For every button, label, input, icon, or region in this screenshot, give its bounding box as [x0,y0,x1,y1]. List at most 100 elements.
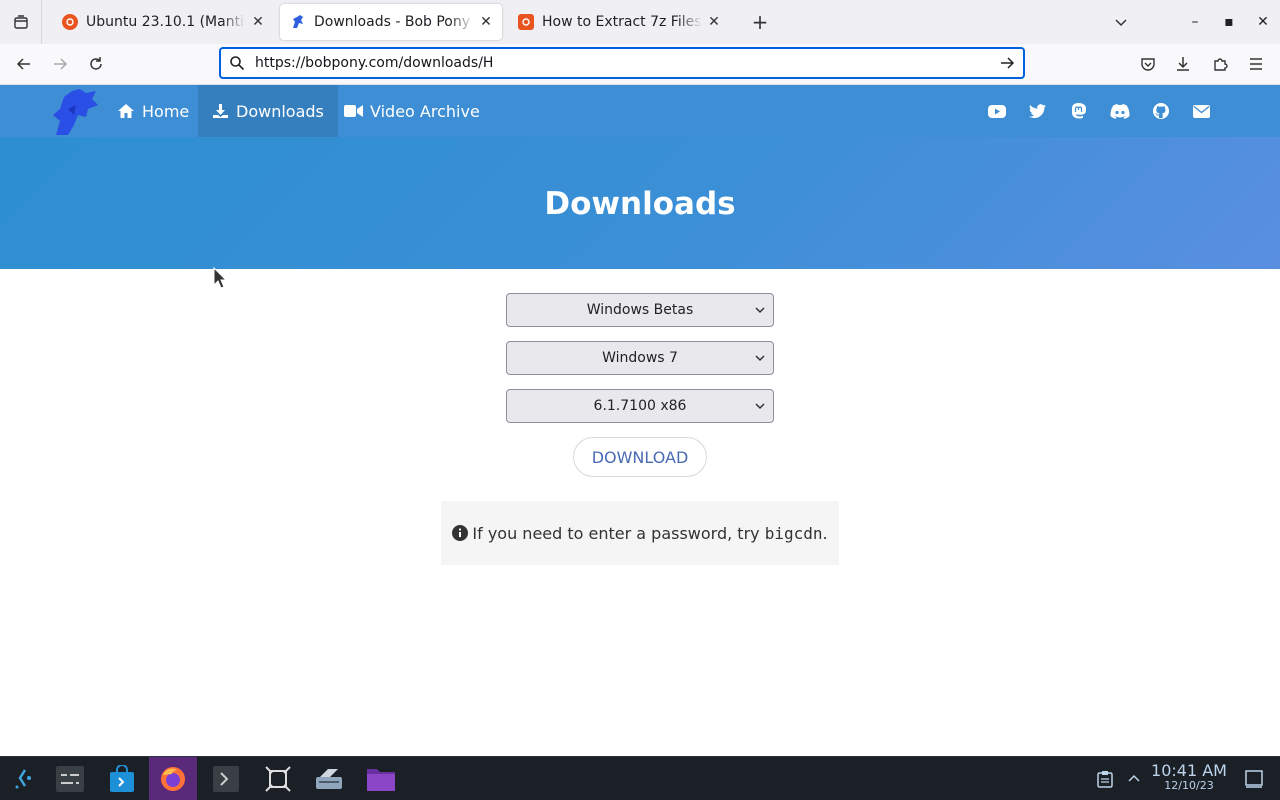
tab-list-icon [13,15,28,29]
taskbar-app-files[interactable] [357,757,405,800]
menu-button[interactable] [1240,48,1272,80]
reload-icon [90,57,102,70]
minimize-button[interactable]: – [1178,0,1212,44]
forward-arrow-icon [54,58,68,70]
tab-7z-guide[interactable]: How to Extract 7z Files in Ubuntu ✕ [508,4,730,40]
tab-title: Downloads - Bob Pony [314,14,471,30]
clock-date: 12/10/23 [1164,779,1214,792]
download-icon [213,104,228,118]
taskbar-app-screenshot[interactable] [254,757,302,800]
folder-icon [367,769,395,791]
pocket-icon [1141,58,1155,71]
video-camera-icon [344,105,363,117]
page-title: Downloads [544,186,736,222]
bobpony-favicon-icon [290,14,306,30]
password-note-suffix: . [822,523,828,543]
site-navbar: Home Downloads Video Archive [0,85,1280,137]
hamburger-icon [1250,58,1262,70]
chevron-down-icon [755,307,765,314]
terminal-icon [213,766,239,792]
chevron-up-icon[interactable] [1124,757,1144,800]
new-tab-button[interactable]: + [744,6,776,38]
app-launcher-button[interactable] [0,757,48,800]
tab-ubuntu[interactable]: Ubuntu 23.10.1 (Mantic Minotaur) ✕ [52,4,274,40]
navigation-toolbar [0,44,1280,85]
product-select[interactable]: Windows 7 [506,341,774,375]
taskbar: 10:41 AM 12/10/23 [0,756,1280,800]
bobpony-logo-icon[interactable] [50,87,102,137]
taskbar-app-store[interactable] [98,757,146,800]
list-all-tabs-button[interactable] [0,0,42,44]
scanner-icon [316,769,342,789]
ubuntu-favicon-icon [62,14,78,30]
mouse-cursor-icon [213,267,227,289]
back-arrow-icon [16,58,30,70]
address-bar[interactable] [219,47,1025,79]
taskbar-app-scanner[interactable] [305,757,353,800]
window-controls: – ▪ ✕ [1104,0,1280,44]
taskbar-app-firefox[interactable] [149,757,197,800]
youtube-icon[interactable] [976,104,1017,118]
system-clock[interactable]: 10:41 AM 12/10/23 [1146,761,1232,792]
search-icon [230,56,245,71]
extensions-button[interactable] [1204,48,1236,80]
chevron-down-icon [755,355,765,362]
firefox-icon [161,767,185,791]
nav-home-label: Home [142,101,190,121]
forward-button[interactable] [44,48,76,80]
back-button[interactable] [8,48,40,80]
downloads-button[interactable] [1167,48,1199,80]
build-select[interactable]: 6.1.7100 x86 [506,389,774,423]
download-button-label: DOWNLOAD [591,447,689,467]
taskbar-app-settings[interactable] [46,757,94,800]
twitter-icon[interactable] [1017,104,1058,118]
show-desktop-icon[interactable] [1242,757,1266,800]
tab-close-icon[interactable]: ✕ [250,14,266,30]
maximize-button[interactable]: ▪ [1212,0,1246,44]
tab-title: Ubuntu 23.10.1 (Mantic Minotaur) [86,14,246,30]
url-input[interactable] [255,55,999,71]
clipboard-tray-icon[interactable] [1094,757,1116,800]
ubuntu-favicon-icon [518,14,534,30]
go-arrow-icon[interactable] [999,55,1015,71]
close-window-button[interactable]: ✕ [1246,0,1280,44]
nav-downloads[interactable]: Downloads [198,85,338,137]
discord-icon[interactable] [1099,103,1140,119]
tab-close-icon[interactable]: ✕ [478,14,494,30]
page-hero: Downloads [0,137,1280,269]
tab-close-icon[interactable]: ✕ [706,14,722,30]
puzzle-icon [1214,58,1228,71]
pocket-button[interactable] [1132,48,1164,80]
password-note: If you need to enter a password, try big… [441,501,839,565]
nav-downloads-label: Downloads [236,101,324,121]
download-icon [1177,57,1189,71]
category-select-value: Windows Betas [586,302,694,318]
social-links [976,85,1222,137]
reload-button[interactable] [80,48,112,80]
chevron-down-icon [755,403,765,410]
launcher-icon [15,769,31,789]
tab-title: How to Extract 7z Files in Ubuntu [542,14,702,30]
build-select-value: 6.1.7100 x86 [593,398,687,414]
info-icon [452,525,469,541]
github-icon[interactable] [1140,103,1181,119]
product-select-value: Windows 7 [602,350,678,366]
nav-home[interactable]: Home [103,85,203,137]
home-icon [118,104,134,118]
nav-video-archive-label: Video Archive [370,101,480,121]
tab-strip: Ubuntu 23.10.1 (Mantic Minotaur) ✕ Downl… [0,0,1280,44]
email-icon[interactable] [1181,104,1222,118]
shopping-bag-icon [110,765,134,792]
password-value: bigcdn [764,523,823,543]
screenshot-icon [265,766,291,792]
download-button[interactable]: DOWNLOAD [573,437,707,477]
clock-time: 10:41 AM [1151,761,1227,780]
chevron-down-icon[interactable] [1104,0,1138,44]
nav-video-archive[interactable]: Video Archive [330,85,494,137]
system-settings-icon [56,766,84,792]
password-note-text: If you need to enter a password, try [472,523,765,543]
taskbar-app-terminal[interactable] [202,757,250,800]
category-select[interactable]: Windows Betas [506,293,774,327]
mastodon-icon[interactable] [1058,103,1099,119]
tab-downloads[interactable]: Downloads - Bob Pony ✕ [280,4,502,40]
